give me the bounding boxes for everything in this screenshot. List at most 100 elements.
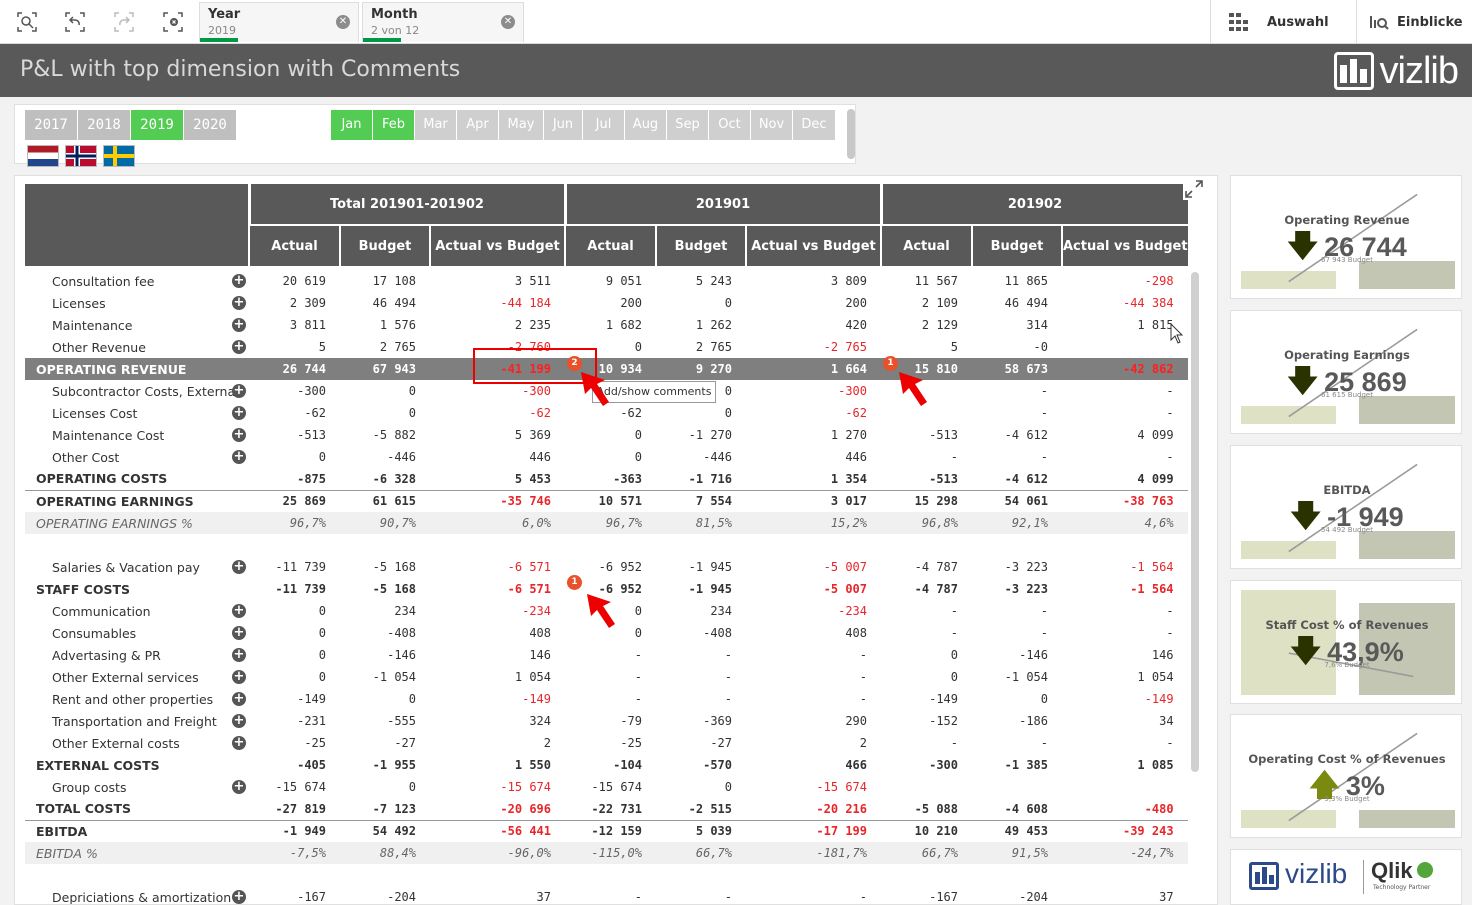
column-group-header[interactable]: Total 201901-201902 <box>247 184 565 225</box>
kpi-card[interactable]: Operating Revenue 🡇 26 744 67 943 Budget <box>1230 175 1462 299</box>
close-icon[interactable]: ✕ <box>336 15 350 29</box>
step-back-icon[interactable] <box>62 9 88 35</box>
column-group-header[interactable]: 201902 <box>879 184 1188 225</box>
table-cell: -1 949 <box>249 819 340 842</box>
measure-header[interactable]: Actual <box>880 224 972 266</box>
month-button-dec[interactable]: Dec <box>793 110 835 140</box>
table-row: Maintenance + 3 811 1 576 2 235 1 682 1 262 420… <box>25 314 1188 336</box>
kpi-card[interactable]: Operating Earnings 🡇 25 869 61 615 Budget <box>1230 310 1462 434</box>
close-icon[interactable]: ✕ <box>501 15 515 29</box>
month-button-sep[interactable]: Sep <box>667 110 708 140</box>
expand-plus-icon[interactable]: + <box>232 318 246 332</box>
expand-plus-icon[interactable]: + <box>232 692 246 706</box>
table-cell <box>565 534 656 556</box>
month-button-jun[interactable]: Jun <box>544 110 582 140</box>
year-button-2018[interactable]: 2018 <box>78 110 130 140</box>
expand-plus-icon[interactable]: + <box>232 274 246 288</box>
month-button-oct[interactable]: Oct <box>709 110 750 140</box>
expand-plus-icon[interactable]: + <box>232 714 246 728</box>
table-cell: 37 <box>536 890 551 904</box>
table-cell: 1 550 <box>514 758 551 772</box>
selection-chip-month[interactable]: Month 2 von 12 ✕ <box>362 2 524 42</box>
table-cell: 1 815 <box>1137 318 1174 332</box>
measure-header[interactable]: Budget <box>971 224 1062 266</box>
year-button-2020[interactable]: 2020 <box>184 110 236 140</box>
selection-bar <box>363 38 401 42</box>
expand-plus-icon[interactable]: + <box>232 296 246 310</box>
month-button-apr[interactable]: Apr <box>457 110 498 140</box>
step-forward-icon[interactable] <box>111 9 137 35</box>
table-cell: 0 <box>318 450 326 464</box>
expand-plus-icon[interactable]: + <box>232 780 246 794</box>
table-cell: 25 869 <box>249 489 340 512</box>
expand-plus-icon[interactable]: + <box>232 340 246 354</box>
month-button-aug[interactable]: Aug <box>625 110 666 140</box>
table-cell: -231 <box>297 714 326 728</box>
measure-header[interactable]: Actual <box>248 224 340 266</box>
expand-plus-icon[interactable]: + <box>232 648 246 662</box>
year-button-2017[interactable]: 2017 <box>25 110 77 140</box>
kpi-card[interactable]: EBITDA 🡇 -1 949 54 492 Budget <box>1230 445 1462 569</box>
selection-chip-year[interactable]: Year 2019 ✕ <box>199 2 359 42</box>
table-cell: - <box>634 648 642 662</box>
month-button-nov[interactable]: Nov <box>751 110 792 140</box>
einblicke-button[interactable]: Einblicke <box>1356 0 1472 44</box>
year-button-2019[interactable]: 2019 <box>131 110 183 140</box>
expand-plus-icon[interactable]: + <box>232 670 246 684</box>
table-cell <box>565 864 656 886</box>
measure-header[interactable]: Budget <box>339 224 430 266</box>
measure-header[interactable]: Actual vs Budget <box>745 224 881 266</box>
table-row: TOTAL COSTS -27 819 -7 123 -20 696 -22 731 -2… <box>25 798 1188 820</box>
month-button-mar[interactable]: Mar <box>415 110 456 140</box>
expand-plus-icon[interactable]: + <box>232 890 246 904</box>
comment-badge[interactable]: 1 <box>567 575 582 590</box>
table-cell: -5 007 <box>823 582 867 596</box>
expand-plus-icon[interactable]: + <box>232 450 246 464</box>
table-row: Group costs + -15 674 0 -15 674 -15 674 0 -15 6… <box>25 776 1188 798</box>
table-cell: -5 088 <box>914 801 958 816</box>
netherlands-flag[interactable] <box>27 145 59 167</box>
table-cell: 15,2% <box>746 512 881 534</box>
table-cell: - <box>859 692 867 706</box>
top-toolbar: Year 2019 ✕ Month 2 von 12 ✕ Auswahl Ein… <box>0 0 1472 44</box>
clear-selections-icon[interactable] <box>160 9 186 35</box>
expand-plus-icon[interactable]: + <box>232 604 246 618</box>
table-scrollbar[interactable] <box>1191 272 1199 772</box>
month-button-jan[interactable]: Jan <box>331 110 372 140</box>
table-cell: -570 <box>703 758 732 772</box>
table-cell: -3 223 <box>1004 560 1048 574</box>
month-button-may[interactable]: May <box>499 110 543 140</box>
measure-header[interactable]: Actual vs Budget <box>429 224 565 266</box>
table-cell: -15 674 <box>816 780 867 794</box>
expand-plus-icon[interactable]: + <box>232 736 246 750</box>
table-cell: -555 <box>387 714 416 728</box>
filter-scrollbar[interactable] <box>847 109 855 159</box>
kpi-budget: 7,6% Budget <box>1324 661 1370 669</box>
expand-plus-icon[interactable]: + <box>232 428 246 442</box>
row-label <box>25 534 249 556</box>
sweden-flag[interactable] <box>103 145 135 167</box>
kpi-card[interactable]: Staff Cost % of Revenues 🡇 43,9% 7,6% Budge… <box>1230 580 1462 704</box>
column-group-header[interactable]: 201901 <box>563 184 881 225</box>
auswahl-button[interactable]: Auswahl <box>1210 0 1356 44</box>
selection-value: 2019 <box>208 24 236 37</box>
kpi-card[interactable]: Operating Cost % of Revenues 🡅 3% 9,3% Budg… <box>1230 714 1462 838</box>
smart-search-icon[interactable] <box>14 9 40 35</box>
expand-plus-icon[interactable]: + <box>232 626 246 640</box>
norway-flag[interactable] <box>65 145 97 167</box>
row-label: OPERATING COSTS <box>36 471 168 487</box>
measure-header[interactable]: Budget <box>655 224 746 266</box>
expand-plus-icon[interactable]: + <box>232 560 246 574</box>
expand-icon[interactable] <box>1183 178 1205 200</box>
table-cell: -300 <box>297 384 326 398</box>
expand-plus-icon[interactable]: + <box>232 384 246 398</box>
row-label: EXTERNAL COSTS <box>36 757 160 773</box>
measure-header[interactable]: Actual vs Budget <box>1061 224 1188 266</box>
month-button-jul[interactable]: Jul <box>583 110 624 140</box>
month-button-feb[interactable]: Feb <box>373 110 414 140</box>
kpi-value: 🡇 25 869 <box>1287 365 1407 398</box>
expand-plus-icon[interactable]: + <box>232 406 246 420</box>
table-row: Rent and other properties + -149 0 -149 - - - -1… <box>25 688 1188 710</box>
table-cell: -300 <box>929 758 958 772</box>
measure-header[interactable]: Actual <box>564 224 656 266</box>
